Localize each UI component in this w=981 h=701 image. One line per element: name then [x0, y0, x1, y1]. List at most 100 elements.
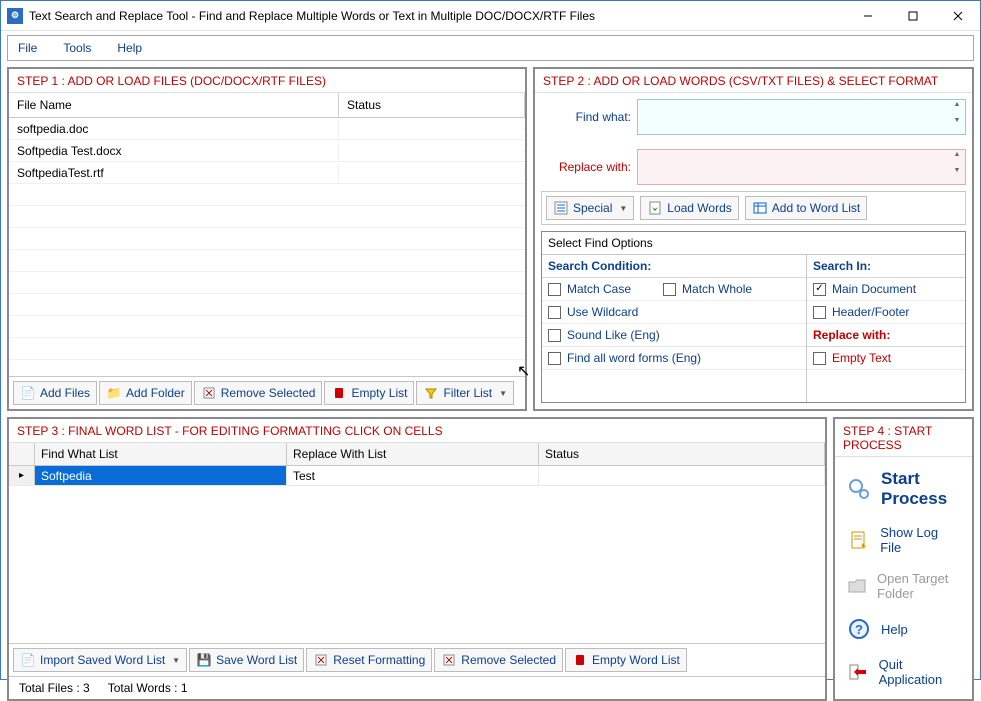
file-row[interactable] — [9, 206, 525, 228]
match-case-checkbox[interactable] — [548, 283, 561, 296]
find-what-input[interactable]: ▲▼ — [637, 99, 966, 135]
menu-file[interactable]: File — [14, 38, 41, 58]
step1-grid-header: File Name Status — [9, 93, 525, 118]
exit-icon — [847, 660, 869, 684]
word-row[interactable]: ▸ Softpedia Test — [9, 466, 825, 486]
col-replace-with[interactable]: Replace With List — [287, 443, 539, 465]
titlebar: ⚙ Text Search and Replace Tool - Find an… — [1, 1, 980, 31]
row-indicator-icon: ▸ — [9, 466, 35, 485]
add-folder-button[interactable]: 📁Add Folder — [99, 381, 192, 405]
load-words-button[interactable]: Load Words — [640, 196, 738, 220]
spin-down-icon[interactable]: ▼ — [950, 117, 964, 133]
step3-rows: ▸ Softpedia Test — [9, 466, 825, 643]
file-row[interactable] — [9, 360, 525, 376]
filter-list-button[interactable]: Filter List▼ — [416, 381, 514, 405]
start-process-button[interactable]: Start Process — [843, 463, 964, 515]
folder-icon: 📁 — [106, 385, 122, 401]
find-options-title: Select Find Options — [542, 232, 965, 255]
replace-with-input[interactable]: ▲▼ — [637, 149, 966, 185]
spin-down-icon[interactable]: ▼ — [950, 167, 964, 183]
step1-rows: softpedia.doc Softpedia Test.docx Softpe… — [9, 118, 525, 376]
empty-text-checkbox[interactable] — [813, 352, 826, 365]
close-button[interactable] — [935, 1, 980, 30]
replace-with-label: Replace with: — [541, 160, 631, 174]
list-icon — [553, 200, 569, 216]
empty-wordlist-button[interactable]: Empty Word List — [565, 648, 687, 672]
empty-icon — [331, 385, 347, 401]
import-icon: 📄 — [20, 652, 36, 668]
find-forms-checkbox[interactable] — [548, 352, 561, 365]
add-file-icon: 📄 — [20, 385, 36, 401]
special-button[interactable]: Special▼ — [546, 196, 634, 220]
step3-panel: STEP 3 : FINAL WORD LIST - FOR EDITING F… — [7, 417, 827, 701]
help-button[interactable]: ? Help — [843, 611, 964, 647]
spin-up-icon[interactable]: ▲ — [950, 151, 964, 167]
step1-panel: STEP 1 : ADD OR LOAD FILES (DOC/DOCX/RTF… — [7, 67, 527, 411]
search-condition-head: Search Condition: — [542, 255, 806, 278]
save-wordlist-button[interactable]: 💾Save Word List — [189, 648, 304, 672]
folder-open-icon — [847, 574, 867, 598]
file-row[interactable]: SoftpediaTest.rtf — [9, 162, 525, 184]
find-what-label: Find what: — [541, 110, 631, 124]
file-row[interactable] — [9, 338, 525, 360]
show-log-button[interactable]: Show Log File — [843, 519, 964, 561]
file-row[interactable] — [9, 316, 525, 338]
match-whole-checkbox[interactable] — [663, 283, 676, 296]
reset-icon — [313, 652, 329, 668]
status-bar: Total Files : 3 Total Words : 1 — [9, 676, 825, 699]
replace-cell[interactable]: Test — [287, 466, 539, 485]
status-cell — [539, 466, 825, 485]
file-row[interactable] — [9, 228, 525, 250]
file-row[interactable] — [9, 184, 525, 206]
col-filename[interactable]: File Name — [9, 93, 339, 117]
col-find-what[interactable]: Find What List — [35, 443, 287, 465]
empty-icon — [572, 652, 588, 668]
step3-grid-header: Find What List Replace With List Status — [9, 443, 825, 466]
step3-title: STEP 3 : FINAL WORD LIST - FOR EDITING F… — [9, 419, 825, 443]
total-words-label: Total Words : 1 — [108, 681, 188, 695]
minimize-button[interactable] — [845, 1, 890, 30]
file-row[interactable]: softpedia.doc — [9, 118, 525, 140]
chevron-down-icon: ▼ — [172, 656, 180, 665]
quit-button[interactable]: Quit Application — [843, 651, 964, 693]
remove-selected-button[interactable]: Remove Selected — [194, 381, 323, 405]
chevron-down-icon: ▼ — [499, 389, 507, 398]
maximize-button[interactable] — [890, 1, 935, 30]
find-options-box: Select Find Options Search Condition: Ma… — [541, 231, 966, 403]
find-cell[interactable]: Softpedia — [35, 466, 287, 485]
import-wordlist-button[interactable]: 📄Import Saved Word List▼ — [13, 648, 187, 672]
reset-formatting-button[interactable]: Reset Formatting — [306, 648, 432, 672]
add-files-button[interactable]: 📄Add Files — [13, 381, 97, 405]
app-icon: ⚙ — [7, 8, 23, 24]
replace-with-head: Replace with: — [807, 324, 965, 347]
header-footer-checkbox[interactable] — [813, 306, 826, 319]
search-in-head: Search In: — [807, 255, 965, 278]
col-status[interactable]: Status — [339, 93, 525, 117]
file-row[interactable] — [9, 272, 525, 294]
menu-help[interactable]: Help — [113, 38, 146, 58]
row-header-col — [9, 443, 35, 465]
spin-up-icon[interactable]: ▲ — [950, 101, 964, 117]
col-status[interactable]: Status — [539, 443, 825, 465]
use-wildcard-checkbox[interactable] — [548, 306, 561, 319]
step4-title: STEP 4 : START PROCESS — [835, 419, 972, 457]
main-doc-checkbox[interactable]: ✓ — [813, 283, 826, 296]
file-row[interactable] — [9, 294, 525, 316]
step2-panel: STEP 2 : ADD OR LOAD WORDS (CSV/TXT FILE… — [533, 67, 974, 411]
open-target-folder-button[interactable]: Open Target Folder — [843, 565, 964, 607]
step4-panel: STEP 4 : START PROCESS Start Process Sho… — [833, 417, 974, 701]
window-title: Text Search and Replace Tool - Find and … — [29, 9, 845, 23]
step2-title: STEP 2 : ADD OR LOAD WORDS (CSV/TXT FILE… — [535, 69, 972, 93]
log-icon — [847, 528, 870, 552]
remove-icon — [201, 385, 217, 401]
chevron-down-icon: ▼ — [619, 204, 627, 213]
remove-selected-word-button[interactable]: Remove Selected — [434, 648, 563, 672]
file-row[interactable] — [9, 250, 525, 272]
empty-list-button[interactable]: Empty List — [324, 381, 414, 405]
add-to-wordlist-button[interactable]: Add to Word List — [745, 196, 868, 220]
file-row[interactable]: Softpedia Test.docx — [9, 140, 525, 162]
sound-like-checkbox[interactable] — [548, 329, 561, 342]
menu-tools[interactable]: Tools — [59, 38, 95, 58]
step3-toolbar: 📄Import Saved Word List▼ 💾Save Word List… — [9, 643, 825, 676]
step2-toolbar: Special▼ Load Words Add to Word List — [541, 191, 966, 225]
